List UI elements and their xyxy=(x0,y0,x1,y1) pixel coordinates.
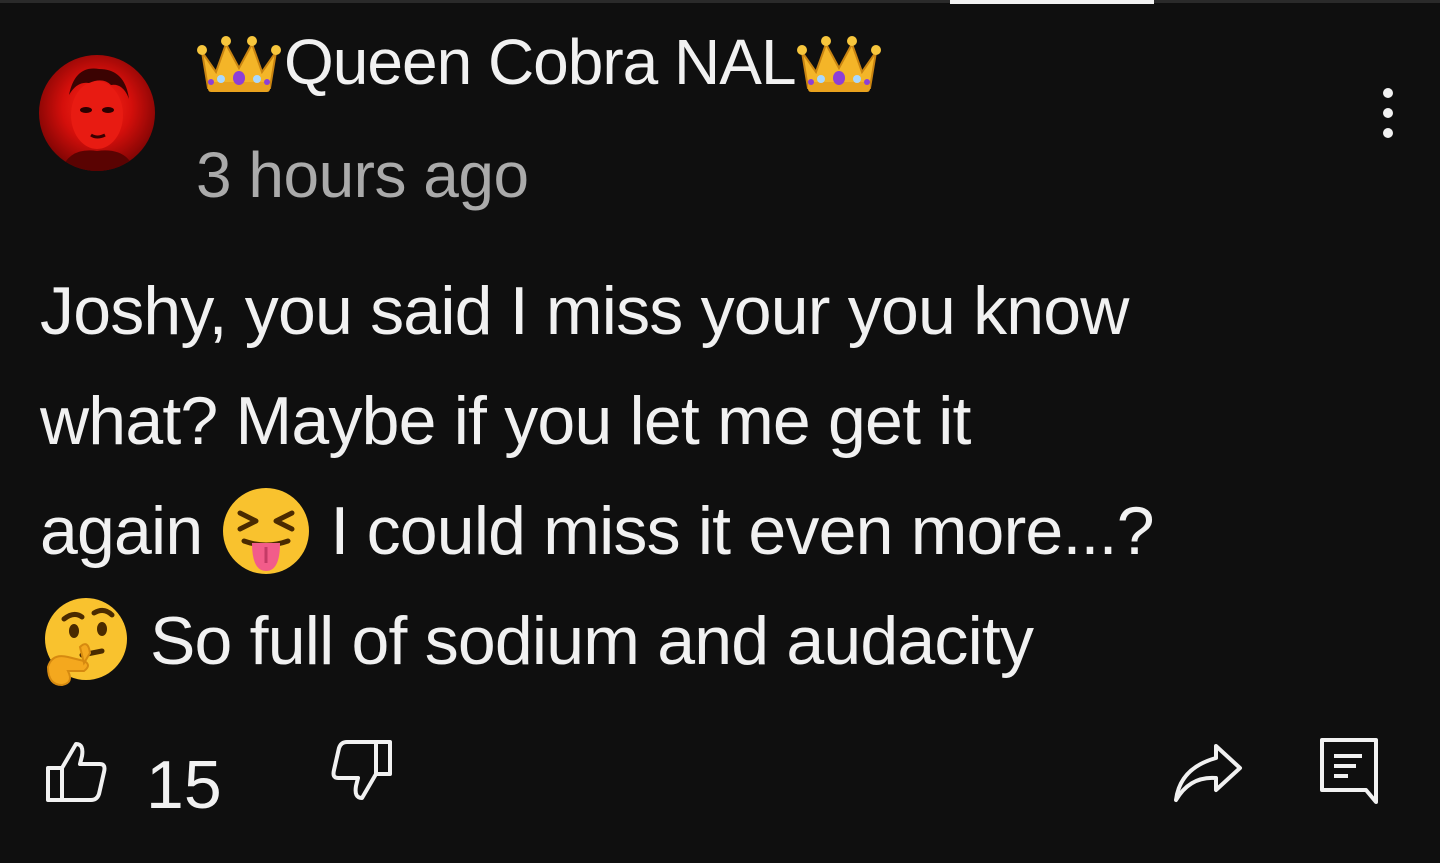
squinting-face-with-tongue-emoji xyxy=(220,485,312,577)
avatar-image xyxy=(61,68,135,171)
comment-timestamp[interactable]: 3 hours ago xyxy=(196,135,529,215)
comment-line-text: what? Maybe if you let me get it xyxy=(40,383,971,459)
thumb-down-icon[interactable] xyxy=(328,738,394,804)
crown-emoji xyxy=(796,26,882,98)
menu-dot xyxy=(1383,128,1393,138)
comment-line: what? Maybe if you let me get it xyxy=(40,366,1420,476)
comment-text: Joshy, you said I miss your you know wha… xyxy=(40,256,1420,696)
thinking-face-emoji xyxy=(40,595,132,687)
thumb-up-icon[interactable] xyxy=(44,738,110,804)
reply-comment-icon[interactable] xyxy=(1318,736,1380,806)
crown-emoji xyxy=(196,26,282,98)
more-vertical-icon[interactable] xyxy=(1368,82,1408,144)
share-icon[interactable] xyxy=(1172,738,1244,804)
comment-header: Queen Cobra NAL xyxy=(196,22,882,102)
top-divider xyxy=(0,0,1440,3)
active-tab-indicator xyxy=(950,0,1154,4)
avatar[interactable] xyxy=(39,55,155,171)
menu-dot xyxy=(1383,88,1393,98)
author-name[interactable]: Queen Cobra NAL xyxy=(284,22,797,102)
like-count: 15 xyxy=(146,747,222,823)
comment-line-text: again xyxy=(40,493,203,569)
comment-line-text: Joshy, you said I miss your you know xyxy=(40,273,1129,349)
comment-line: So full of sodium and audacity xyxy=(40,586,1420,696)
comment-line-text: I could miss it even more...? xyxy=(330,493,1154,569)
comment-line-text: So full of sodium and audacity xyxy=(150,603,1034,679)
comment-line: again I could miss it even more...? xyxy=(40,476,1420,586)
comment-line: Joshy, you said I miss your you know xyxy=(40,256,1420,366)
menu-dot xyxy=(1383,108,1393,118)
